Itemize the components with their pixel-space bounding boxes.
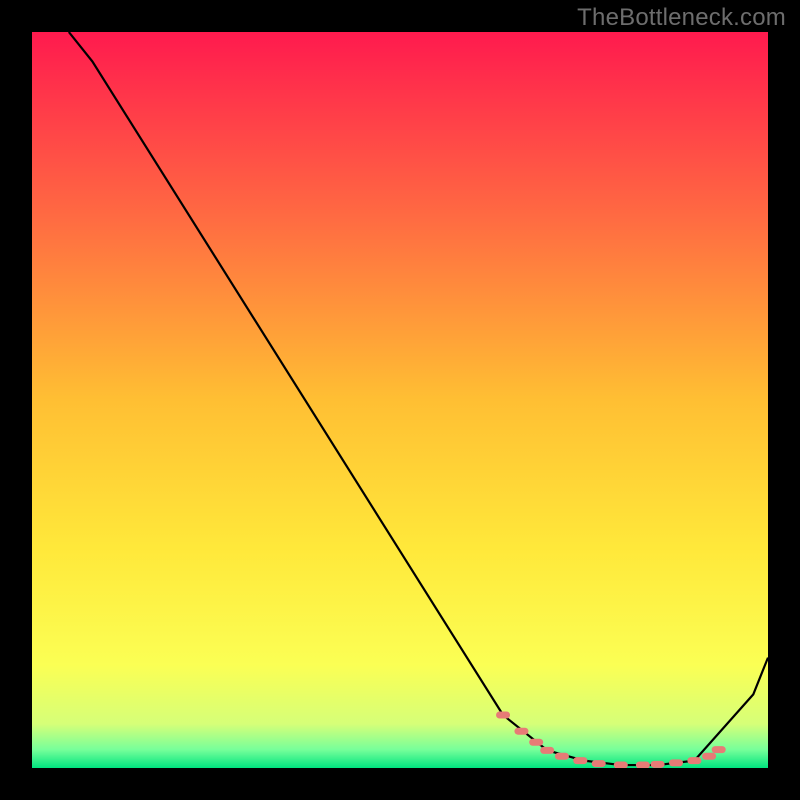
curve-marker — [555, 753, 569, 760]
curve-marker — [712, 746, 726, 753]
plot-svg — [32, 32, 768, 768]
curve-marker — [651, 761, 665, 768]
chart-container: TheBottleneck.com — [0, 0, 800, 800]
curve-marker — [592, 760, 606, 767]
curve-marker — [702, 753, 716, 760]
curve-marker — [636, 762, 650, 768]
curve-marker — [687, 757, 701, 764]
plot-frame — [32, 32, 768, 768]
curve-marker — [540, 747, 554, 754]
curve-marker — [669, 759, 683, 766]
curve-marker — [514, 728, 528, 735]
curve-marker — [496, 712, 510, 719]
curve-marker — [614, 762, 628, 768]
curve-marker — [529, 739, 543, 746]
watermark-text: TheBottleneck.com — [577, 4, 786, 32]
curve-marker — [573, 757, 587, 764]
